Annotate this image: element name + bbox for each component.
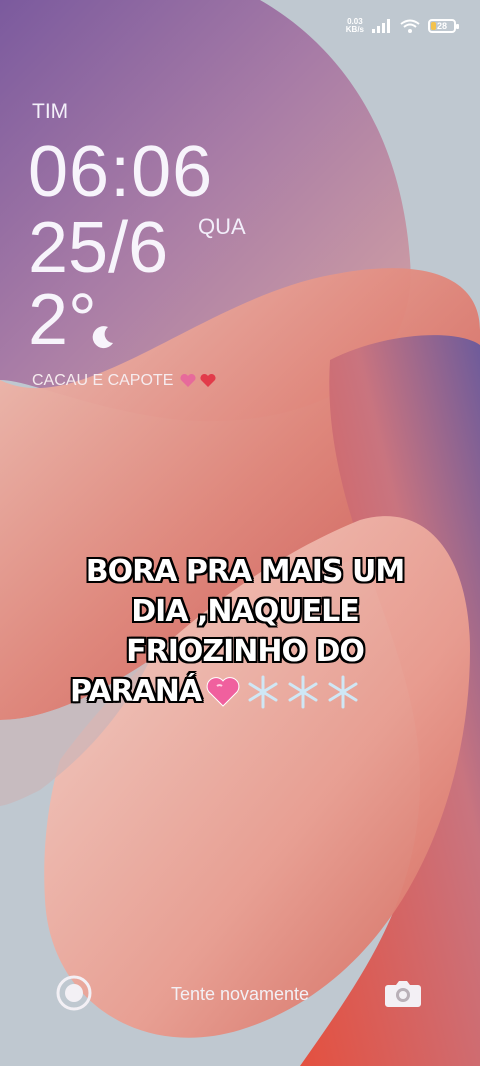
heart-icon — [180, 373, 216, 387]
clock-time[interactable]: 06:06 — [28, 134, 213, 210]
lockscreen-bottom-bar: Tente novamente — [0, 966, 480, 1020]
temperature[interactable]: 2° — [28, 282, 97, 358]
network-speed-unit: KB/s — [345, 25, 364, 34]
network-speed: 0.03 KB/s — [346, 18, 364, 34]
caption-line: FRIOZINHO DO — [126, 634, 365, 669]
snowflake-icon — [328, 675, 358, 709]
caption-line: PARANÁ — [70, 674, 202, 709]
wifi-icon — [400, 19, 420, 33]
battery-icon: 28 — [428, 19, 459, 33]
signal-icon — [372, 19, 390, 33]
moon-icon — [92, 326, 113, 349]
carrier-name: TIM — [32, 100, 69, 123]
caption-line: DIA ,NAQUELE — [131, 594, 359, 629]
snowflake-icon — [248, 675, 278, 709]
lockscreen-note: CACAU E CAPOTE — [32, 372, 219, 390]
snowflake-icon — [288, 675, 318, 709]
video-caption: BORA PRA MAIS UM DIA ,NAQUELE FRIOZINHO … — [70, 552, 420, 712]
battery-percent: 28 — [436, 21, 447, 31]
caption-line-last: PARANÁ — [70, 672, 420, 712]
heart-icon — [206, 677, 240, 707]
caption-line: BORA PRA MAIS UM — [85, 554, 405, 589]
clock-date: 25/6 — [28, 208, 169, 288]
camera-icon[interactable] — [384, 978, 422, 1008]
weekday-label: QUA — [198, 214, 246, 239]
status-bar: 0.03 KB/s 28 — [346, 10, 459, 42]
lockscreen-note-text: CACAU E CAPOTE — [32, 372, 174, 389]
